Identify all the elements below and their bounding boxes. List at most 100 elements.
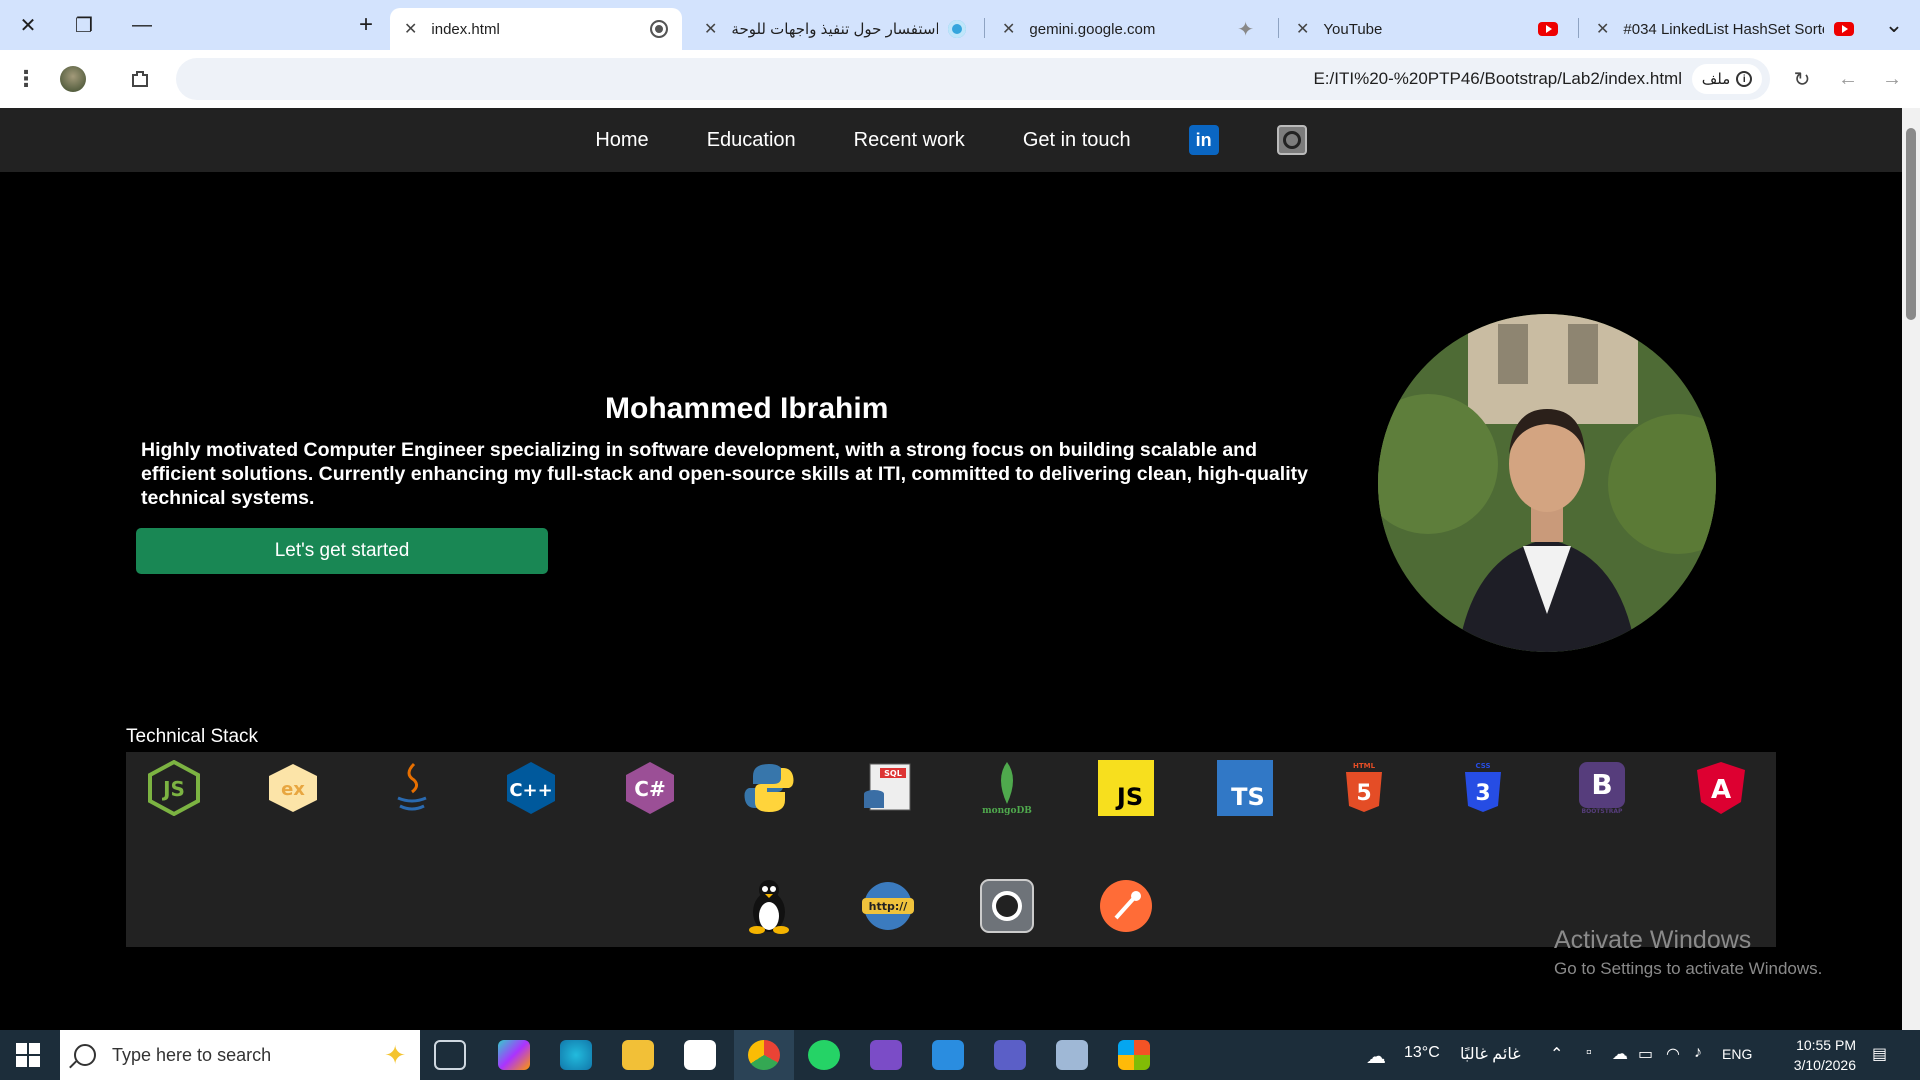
technical-stack-grid: JS ex C++ C# SQL mongoDB JS TS HTML 5 CS… (126, 752, 1776, 947)
new-tab-button[interactable]: + (346, 8, 386, 42)
address-bar[interactable]: E:/ITI%20-%20PTP46/Bootstrap/Lab2/index.… (176, 58, 1770, 100)
svg-text:5: 5 (1356, 781, 1371, 806)
globe-icon (650, 20, 668, 38)
tab-gemini[interactable]: ✕ gemini.google.com ✦ (988, 8, 1268, 50)
tab-title: index.html (431, 20, 500, 38)
nav-home[interactable]: Home (595, 129, 648, 152)
vscode-icon[interactable] (932, 1040, 964, 1070)
notifications-icon[interactable]: ▤ (1872, 1044, 1887, 1064)
teams-icon[interactable] (994, 1040, 1026, 1070)
back-button[interactable]: → (1876, 63, 1908, 95)
forward-button[interactable]: ← (1832, 63, 1864, 95)
windows-start-icon[interactable] (16, 1043, 40, 1067)
linkedin-icon[interactable]: in (1188, 125, 1219, 155)
page-scrollbar[interactable] (1902, 108, 1920, 1030)
activate-title: Activate Windows (1554, 926, 1752, 954)
sql-icon: SQL (860, 760, 916, 816)
weather-cloud-icon[interactable]: ☁ (1366, 1044, 1386, 1069)
copilot-icon[interactable] (498, 1040, 530, 1070)
browser-menu-button[interactable]: ⋮ (10, 63, 42, 95)
whatsapp-icon[interactable] (808, 1040, 840, 1070)
volume-icon[interactable]: ♪ (1694, 1044, 1702, 1062)
css3-icon: CSS 3 (1455, 760, 1511, 816)
bootstrap-glyph: B (1579, 761, 1625, 808)
angular-icon: A (1693, 760, 1749, 816)
close-tab-icon[interactable]: ✕ (1596, 19, 1609, 39)
minimize-window-button[interactable]: — (122, 8, 162, 42)
gemini-sparkle-icon: ✦ (1237, 18, 1254, 41)
tab-strip: ✕ ❐ — + ✕ index.html ✕ استفسار حول تنفيذ… (0, 0, 1920, 50)
hero-bio: Highly motivated Computer Engineer speci… (141, 439, 1308, 509)
microsoft-store-icon[interactable] (684, 1040, 716, 1070)
browser-toolbar: ⋮ ☆ E:/ITI%20-%20PTP46/Bootstrap/Lab2/in… (0, 50, 1920, 108)
input-language[interactable]: ENG (1722, 1046, 1752, 1062)
tab-index-html[interactable]: ✕ index.html (390, 8, 682, 50)
technical-stack-title: Technical Stack (126, 726, 259, 747)
reload-button[interactable]: ↻ (1786, 63, 1818, 95)
close-tab-icon[interactable]: ✕ (1002, 19, 1015, 39)
weather-temperature[interactable]: 13°C (1404, 1044, 1440, 1062)
html-glyph: HTML (1353, 762, 1376, 770)
restore-icon: ❐ (75, 14, 93, 37)
bootstrap-icon: B BOOTSTRAP (1574, 760, 1630, 816)
copilot-sparkle-icon: ✦ (384, 1039, 406, 1070)
taskbar-search-box[interactable]: Type here to search ✦ (60, 1030, 420, 1080)
search-icon (74, 1044, 96, 1066)
close-tab-icon[interactable]: ✕ (404, 19, 417, 39)
github-icon[interactable] (1276, 125, 1307, 155)
arrow-left-icon: ← (1838, 67, 1858, 90)
chevron-up-icon[interactable]: ⌃ (1550, 1044, 1563, 1064)
task-view-icon[interactable] (434, 1040, 466, 1070)
profile-avatar[interactable] (60, 66, 86, 92)
arrow-right-icon: → (1882, 67, 1902, 90)
close-window-button[interactable]: ✕ (8, 8, 48, 42)
windows-activation-watermark: Activate Windows Go to Settings to activ… (1554, 926, 1822, 979)
tab-search-button[interactable]: ⌄ (1874, 8, 1914, 42)
restore-window-button[interactable]: ❐ (64, 8, 104, 42)
onedrive-cloud-icon[interactable]: ☁ (1612, 1044, 1628, 1064)
chat-app-icon (948, 20, 966, 38)
linux-icon (741, 878, 797, 934)
app-cube-icon[interactable] (1056, 1040, 1088, 1070)
get-started-button[interactable]: Let's get started (136, 528, 548, 574)
plus-icon: + (358, 11, 373, 38)
chrome-icon[interactable] (748, 1040, 780, 1070)
tab-linkedlist-video[interactable]: ✕ #034 LinkedList HashSet Sorted (1582, 8, 1868, 50)
close-tab-icon[interactable]: ✕ (704, 19, 717, 39)
close-icon: ✕ (19, 14, 37, 37)
extensions-button[interactable] (124, 63, 156, 95)
clock-time: 10:55 PM (1796, 1037, 1856, 1053)
nodejs-icon: JS (146, 760, 202, 816)
windows-taskbar: Type here to search ✦ ☁ 13°C غائم غالبًا… (0, 1030, 1920, 1080)
puzzle-icon (132, 71, 148, 87)
mongo-glyph: mongoDB (982, 806, 1032, 816)
weather-description[interactable]: غائم غالبًا (1460, 1044, 1521, 1064)
battery-icon[interactable]: ▭ (1638, 1044, 1653, 1064)
nav-education[interactable]: Education (707, 129, 796, 152)
visual-studio-icon[interactable] (870, 1040, 902, 1070)
scroll-thumb[interactable] (1906, 128, 1916, 320)
nav-get-in-touch[interactable]: Get in touch (1023, 129, 1131, 152)
windows-app-icon[interactable] (1118, 1040, 1150, 1070)
taskbar-clock[interactable]: 10:55 PM 3/10/2026 (1760, 1035, 1856, 1075)
mongodb-icon: mongoDB (979, 760, 1035, 816)
edge-icon[interactable] (560, 1040, 592, 1070)
tray-device-icon[interactable]: ▫ (1586, 1044, 1592, 1062)
site-info-chip[interactable]: ملف i (1692, 64, 1762, 94)
tab-youtube[interactable]: ✕ YouTube (1282, 8, 1572, 50)
java-icon (384, 760, 440, 816)
bootstrap-wordmark: BOOTSTRAP (1581, 807, 1623, 815)
angular-glyph: A (1711, 775, 1731, 805)
nav-recent-work[interactable]: Recent work (854, 129, 965, 152)
youtube-icon (1538, 22, 1558, 36)
wifi-icon[interactable]: ◠ (1666, 1044, 1680, 1064)
file-explorer-icon[interactable] (622, 1040, 654, 1070)
ex-glyph: ex (281, 779, 305, 800)
csharp-icon: C# (622, 760, 678, 816)
tab-arabic-chat[interactable]: ✕ استفسار حول تنفيذ واجهات للوحة (690, 8, 980, 50)
taskbar-search-placeholder: Type here to search (112, 1044, 272, 1065)
postman-icon (1098, 878, 1154, 934)
reload-icon: ↻ (1793, 68, 1811, 91)
close-tab-icon[interactable]: ✕ (1296, 19, 1309, 39)
kebab-menu-icon: ⋮ (15, 66, 37, 91)
